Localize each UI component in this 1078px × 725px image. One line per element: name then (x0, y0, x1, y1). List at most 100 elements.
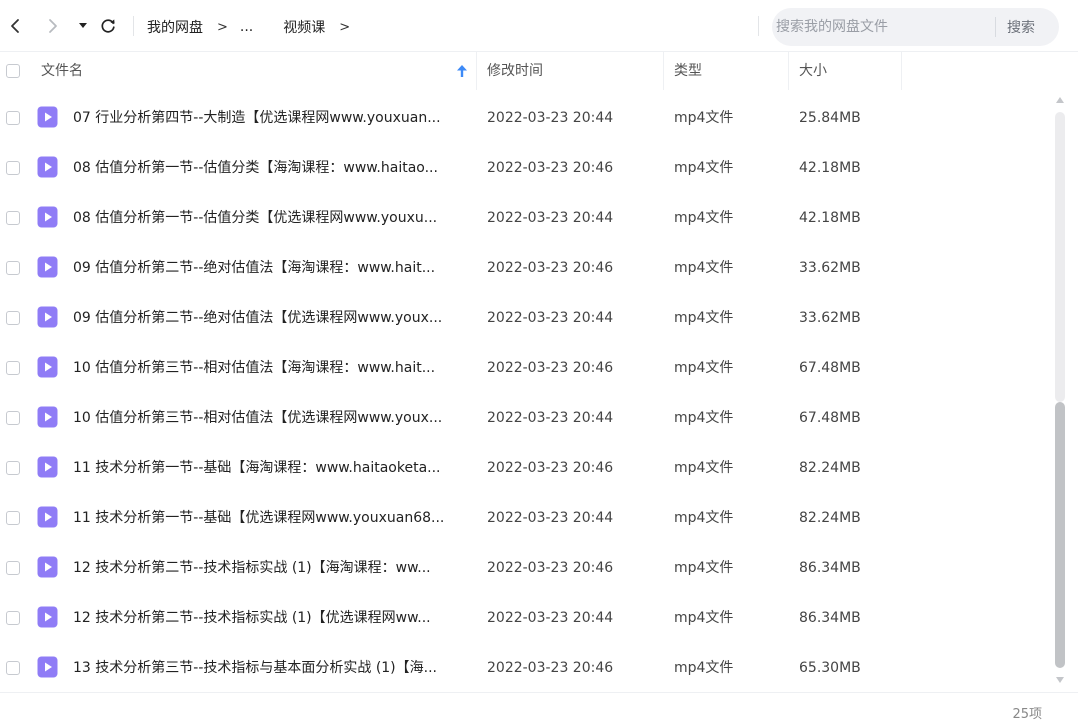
search-button[interactable]: 搜索 (1007, 17, 1035, 37)
file-modified: 2022-03-23 20:46 (487, 360, 614, 376)
select-all-checkbox[interactable] (6, 64, 20, 78)
file-row[interactable]: 09 估值分析第二节--绝对估值法【优选课程网www.youx... 2022-… (0, 292, 1050, 342)
video-file-icon (37, 306, 58, 328)
scroll-track-upper[interactable] (1055, 112, 1065, 402)
file-row[interactable]: 12 技术分析第二节--技术指标实战 (1)【海淘课程：ww... 2022-0… (0, 542, 1050, 592)
column-divider[interactable] (663, 52, 664, 90)
file-row[interactable]: 11 技术分析第一节--基础【海淘课程：www.haitaoketa... 20… (0, 442, 1050, 492)
video-file-icon (37, 506, 58, 528)
file-type: mp4文件 (674, 610, 734, 626)
file-size: 86.34MB (799, 610, 861, 626)
row-checkbox[interactable] (6, 311, 20, 325)
row-checkbox[interactable] (6, 511, 20, 525)
video-file-icon (37, 656, 58, 678)
file-modified: 2022-03-23 20:44 (487, 110, 614, 126)
file-name: 09 估值分析第二节--绝对估值法【海淘课程：www.hait... (73, 260, 436, 276)
column-header-row: 文件名 修改时间 类型 大小 (0, 52, 1078, 90)
video-file-icon (37, 606, 58, 628)
row-checkbox[interactable] (6, 611, 20, 625)
file-size: 67.48MB (799, 360, 861, 376)
search-left-divider (758, 16, 759, 36)
file-row[interactable]: 11 技术分析第一节--基础【优选课程网www.youxuan68... 202… (0, 492, 1050, 542)
video-file-icon (37, 206, 58, 228)
caret-down-icon (79, 23, 87, 28)
row-checkbox[interactable] (6, 261, 20, 275)
file-name: 08 估值分析第一节--估值分类【优选课程网www.youxu... (73, 210, 438, 226)
file-name: 11 技术分析第一节--基础【优选课程网www.youxuan68... (73, 510, 445, 526)
breadcrumb-item-root[interactable]: 我的网盘 (147, 17, 203, 37)
column-header-size[interactable]: 大小 (799, 52, 827, 90)
file-size: 42.18MB (799, 160, 861, 176)
file-modified: 2022-03-23 20:44 (487, 610, 614, 626)
file-row[interactable]: 12 技术分析第二节--技术指标实战 (1)【优选课程网ww... 2022-0… (0, 592, 1050, 642)
row-checkbox[interactable] (6, 561, 20, 575)
column-divider[interactable] (901, 52, 902, 90)
column-header-type[interactable]: 类型 (674, 52, 702, 90)
row-checkbox[interactable] (6, 211, 20, 225)
column-header-name[interactable]: 文件名 (41, 52, 83, 90)
file-size: 25.84MB (799, 110, 861, 126)
file-modified: 2022-03-23 20:46 (487, 560, 614, 576)
file-type: mp4文件 (674, 460, 734, 476)
scroll-thumb[interactable] (1055, 402, 1065, 668)
column-divider[interactable] (788, 52, 789, 90)
file-row[interactable]: 13 技术分析第三节--技术指标与基本面分析实战 (1)【海... 2022-0… (0, 642, 1050, 692)
breadcrumb-item-current[interactable]: 视频课 (283, 17, 325, 37)
breadcrumb-separator: > (339, 19, 351, 35)
file-size: 82.24MB (799, 460, 861, 476)
search-divider (995, 17, 996, 37)
history-dropdown-button[interactable] (73, 14, 93, 38)
nav-divider (133, 16, 134, 36)
row-checkbox[interactable] (6, 411, 20, 425)
file-type: mp4文件 (674, 360, 734, 376)
file-name: 10 估值分析第三节--相对估值法【海淘课程：www.hait... (73, 360, 436, 376)
row-checkbox[interactable] (6, 661, 20, 675)
chevron-left-icon (11, 19, 19, 33)
video-file-icon (37, 156, 58, 178)
scroll-down-arrow-icon[interactable] (1055, 676, 1065, 684)
file-name: 09 估值分析第二节--绝对估值法【优选课程网www.youx... (73, 310, 443, 326)
file-row[interactable]: 08 估值分析第一节--估值分类【优选课程网www.youxu... 2022-… (0, 192, 1050, 242)
video-file-icon (37, 456, 58, 478)
file-name: 12 技术分析第二节--技术指标实战 (1)【海淘课程：ww... (73, 560, 431, 576)
file-row[interactable]: 09 估值分析第二节--绝对估值法【海淘课程：www.hait... 2022-… (0, 242, 1050, 292)
file-type: mp4文件 (674, 210, 734, 226)
forward-button[interactable] (43, 14, 63, 38)
vertical-scrollbar[interactable] (1052, 90, 1068, 692)
file-modified: 2022-03-23 20:44 (487, 510, 614, 526)
file-modified: 2022-03-23 20:44 (487, 310, 614, 326)
row-checkbox[interactable] (6, 361, 20, 375)
file-name: 11 技术分析第一节--基础【海淘课程：www.haitaoketa... (73, 460, 441, 476)
file-row[interactable]: 07 行业分析第四节--大制造【优选课程网www.youxuan... 2022… (0, 92, 1050, 142)
file-name: 08 估值分析第一节--估值分类【海淘课程：www.haitao... (73, 160, 438, 176)
row-checkbox[interactable] (6, 161, 20, 175)
file-type: mp4文件 (674, 110, 734, 126)
file-row[interactable]: 10 估值分析第三节--相对估值法【海淘课程：www.hait... 2022-… (0, 342, 1050, 392)
file-modified: 2022-03-23 20:46 (487, 160, 614, 176)
file-size: 33.62MB (799, 310, 861, 326)
arrow-up-icon[interactable] (456, 64, 468, 78)
refresh-button[interactable] (98, 14, 118, 38)
video-file-icon (37, 356, 58, 378)
file-type: mp4文件 (674, 410, 734, 426)
file-row[interactable]: 10 估值分析第三节--相对估值法【优选课程网www.youx... 2022-… (0, 392, 1050, 442)
file-modified: 2022-03-23 20:46 (487, 260, 614, 276)
file-name: 13 技术分析第三节--技术指标与基本面分析实战 (1)【海... (73, 660, 437, 676)
column-divider[interactable] (476, 52, 477, 90)
breadcrumb-item-ellipsis[interactable]: ... (240, 19, 253, 35)
scroll-up-arrow-icon[interactable] (1055, 96, 1065, 104)
file-modified: 2022-03-23 20:46 (487, 460, 614, 476)
file-manager-window: 我的网盘 > ... 视频课 > 搜索 文件名 修改时间 类型 大小 (0, 0, 1078, 725)
column-header-modified[interactable]: 修改时间 (487, 52, 543, 90)
video-file-icon (37, 106, 58, 128)
file-size: 86.34MB (799, 560, 861, 576)
file-list: 07 行业分析第四节--大制造【优选课程网www.youxuan... 2022… (0, 90, 1050, 692)
back-button[interactable] (5, 14, 25, 38)
search-input[interactable] (776, 8, 986, 46)
file-size: 82.24MB (799, 510, 861, 526)
file-row[interactable]: 08 估值分析第一节--估值分类【海淘课程：www.haitao... 2022… (0, 142, 1050, 192)
file-modified: 2022-03-23 20:46 (487, 660, 614, 676)
breadcrumb: 我的网盘 > ... 视频课 > (147, 16, 362, 38)
row-checkbox[interactable] (6, 111, 20, 125)
row-checkbox[interactable] (6, 461, 20, 475)
